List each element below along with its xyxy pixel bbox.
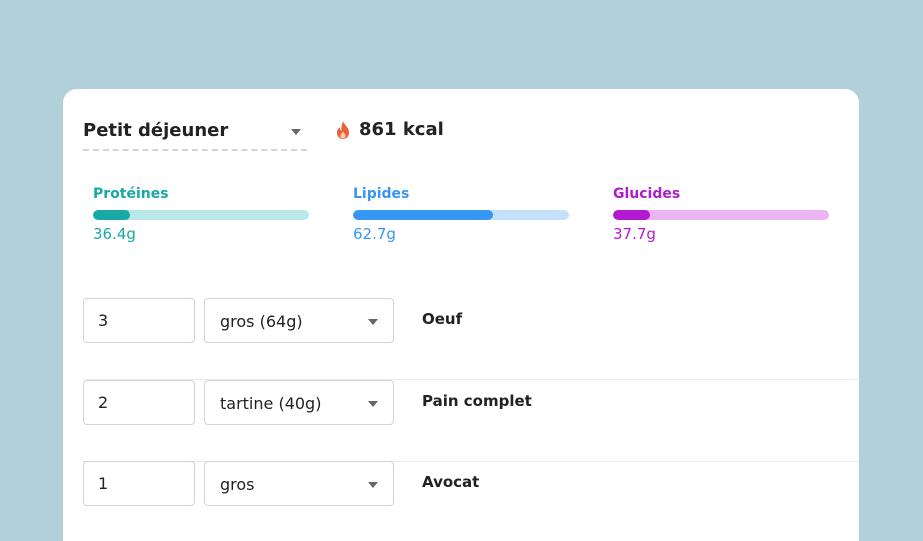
unit-select[interactable]: gros (64g)	[204, 298, 394, 343]
meal-name: Petit déjeuner	[83, 120, 229, 141]
macro-label: Protéines	[93, 186, 169, 202]
food-row: tartine (40g) Pain complet	[83, 380, 859, 462]
macro-progress-bar	[613, 210, 829, 220]
calories-summary: 861 kcal	[335, 119, 444, 140]
macro-carbs: Glucides 37.7g	[613, 186, 829, 243]
chevron-down-icon	[291, 129, 301, 135]
quantity-input[interactable]	[83, 380, 195, 425]
food-row: gros (64g) Oeuf	[83, 298, 859, 380]
macro-progress-fill	[93, 210, 130, 220]
meal-card: Petit déjeuner 861 kcal Protéines 36.4g …	[63, 89, 859, 541]
unit-value: tartine (40g)	[220, 394, 322, 413]
food-name: Pain complet	[422, 392, 532, 410]
macro-lipids: Lipides 62.7g	[353, 186, 569, 243]
macro-value: 62.7g	[353, 225, 396, 243]
macro-value: 37.7g	[613, 225, 656, 243]
unit-value: gros	[220, 475, 255, 494]
meal-type-select[interactable]: Petit déjeuner	[83, 113, 307, 151]
food-name: Avocat	[422, 473, 480, 491]
macro-progress-fill	[353, 210, 494, 220]
unit-select[interactable]: gros	[204, 461, 394, 506]
chevron-down-icon	[368, 319, 378, 325]
quantity-input[interactable]	[83, 298, 195, 343]
unit-value: gros (64g)	[220, 312, 303, 331]
chevron-down-icon	[368, 401, 378, 407]
macro-label: Glucides	[613, 186, 681, 202]
macro-progress-bar	[353, 210, 569, 220]
calories-value: 861 kcal	[359, 119, 444, 140]
macro-proteins: Protéines 36.4g	[93, 186, 309, 243]
unit-select[interactable]: tartine (40g)	[204, 380, 394, 425]
macro-progress-fill	[613, 210, 650, 220]
macro-value: 36.4g	[93, 225, 136, 243]
flame-icon	[337, 120, 349, 139]
food-name: Oeuf	[422, 310, 463, 328]
food-row: gros Avocat	[83, 461, 859, 541]
macro-label: Lipides	[353, 186, 410, 202]
chevron-down-icon	[368, 482, 378, 488]
quantity-input[interactable]	[83, 461, 195, 506]
macro-progress-bar	[93, 210, 309, 220]
